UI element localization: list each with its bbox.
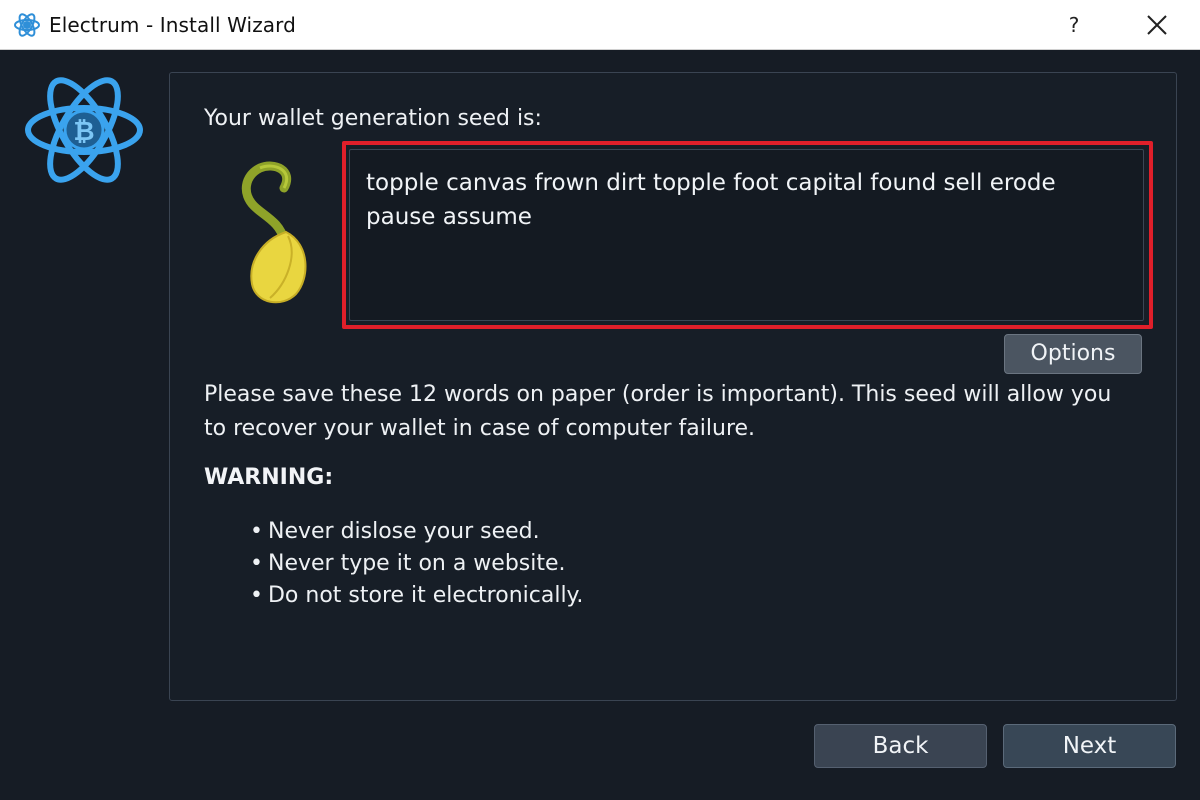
seed-text-field[interactable]: topple canvas frown dirt topple foot cap… <box>349 149 1144 321</box>
sprouting-seed-icon <box>241 161 307 304</box>
svg-text:₿: ₿ <box>73 117 94 147</box>
warning-title: WARNING: <box>204 465 334 490</box>
warning-item: Never dislose your seed. <box>250 516 583 548</box>
warning-list: Never dislose your seed. Never type it o… <box>250 516 583 612</box>
warning-item: Do not store it electronically. <box>250 580 583 612</box>
title-bar: Electrum - Install Wizard ? <box>0 0 1200 50</box>
window-title: Electrum - Install Wizard <box>49 13 296 37</box>
electrum-atom-icon <box>14 13 40 37</box>
electrum-bitcoin-atom-logo: ₿ <box>25 77 143 183</box>
next-button[interactable]: Next <box>1003 724 1176 768</box>
warning-item: Never type it on a website. <box>250 548 583 580</box>
close-icon[interactable] <box>1140 8 1174 42</box>
options-button[interactable]: Options <box>1004 334 1142 374</box>
help-button[interactable]: ? <box>1062 8 1086 42</box>
seed-instructions: Please save these 12 words on paper (ord… <box>204 382 1112 441</box>
back-button[interactable]: Back <box>814 724 987 768</box>
seed-label: Your wallet generation seed is: <box>204 106 542 131</box>
